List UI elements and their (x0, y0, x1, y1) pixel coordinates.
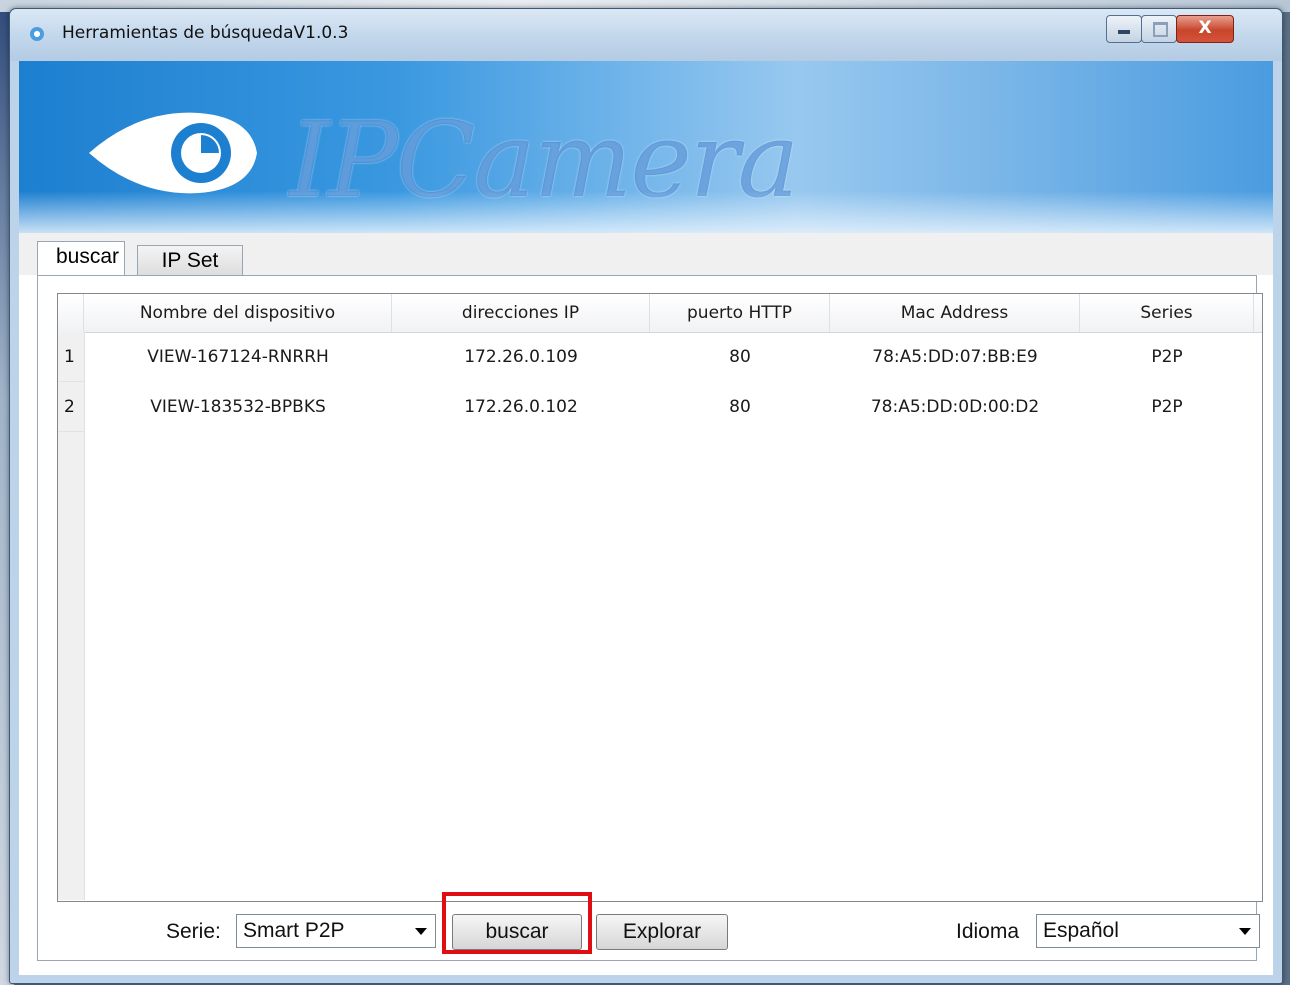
minimize-button[interactable] (1106, 15, 1142, 43)
tab-strip: buscar IP Set (19, 233, 1273, 276)
column-header-series[interactable]: Series (1080, 294, 1254, 332)
cell-series: P2P (1151, 347, 1183, 367)
column-header-mac[interactable]: Mac Address (830, 294, 1080, 332)
tab-buscar[interactable]: buscar (37, 241, 125, 275)
table-row[interactable]: 2 VIEW-183532-BPBKS 172.26.0.102 80 78:A… (58, 382, 1262, 432)
column-header-ip[interactable]: direcciones IP (392, 294, 650, 332)
cell-device-name: VIEW-167124-RNRRH (147, 347, 329, 367)
search-tool-window: Herramientas de búsquedaV1.0.3 X IPCamer… (9, 8, 1283, 984)
cell-mac: 78:A5:DD:07:BB:E9 (872, 347, 1038, 367)
eye-logo-icon (89, 112, 257, 194)
language-label: Idioma (956, 920, 1020, 943)
tab-ip-set[interactable]: IP Set (137, 245, 243, 276)
title-bar[interactable]: Herramientas de búsquedaV1.0.3 X (10, 9, 1282, 61)
bottom-toolbar: Serie: Smart P2P buscar Explorar Idioma … (38, 892, 1260, 960)
row-number-header (58, 294, 84, 332)
search-panel: Nombre del dispositivo direcciones IP pu… (37, 275, 1263, 961)
table-header: Nombre del dispositivo direcciones IP pu… (58, 294, 1262, 333)
cell-mac: 78:A5:DD:0D:00:D2 (870, 397, 1040, 417)
ipcamera-logo-text: IPCamera (289, 99, 800, 221)
window-title: Herramientas de búsquedaV1.0.3 (62, 23, 349, 43)
row-number: 2 (58, 382, 84, 432)
serie-dropdown[interactable]: Smart P2P (236, 914, 436, 948)
cell-http-port: 80 (729, 397, 751, 417)
cell-http-port: 80 (729, 347, 751, 367)
language-value: Español (1043, 919, 1119, 942)
dropdown-arrow-icon (1239, 928, 1251, 935)
dropdown-arrow-icon (415, 928, 427, 935)
close-button[interactable]: X (1176, 15, 1234, 43)
column-header-device-name[interactable]: Nombre del dispositivo (84, 294, 392, 332)
table-row[interactable]: 1 VIEW-167124-RNRRH 172.26.0.109 80 78:A… (58, 332, 1262, 382)
row-number: 1 (58, 332, 84, 382)
serie-label: Serie: (166, 920, 221, 943)
cell-ip: 172.26.0.102 (464, 397, 578, 417)
column-header-http-port[interactable]: puerto HTTP (650, 294, 830, 332)
highlight-box (442, 892, 592, 954)
cell-ip: 172.26.0.109 (464, 347, 578, 367)
app-icon (30, 27, 44, 41)
cell-device-name: VIEW-183532-BPBKS (150, 397, 326, 417)
language-dropdown[interactable]: Español (1036, 914, 1260, 948)
cell-series: P2P (1151, 397, 1183, 417)
banner: IPCamera (19, 61, 1273, 233)
explore-button[interactable]: Explorar (596, 914, 728, 950)
client-area: IPCamera buscar IP Set Nombre del dispos… (19, 61, 1273, 975)
device-table: Nombre del dispositivo direcciones IP pu… (57, 293, 1263, 902)
maximize-button[interactable] (1141, 15, 1177, 43)
serie-value: Smart P2P (243, 919, 345, 942)
close-icon: X (1198, 18, 1212, 38)
